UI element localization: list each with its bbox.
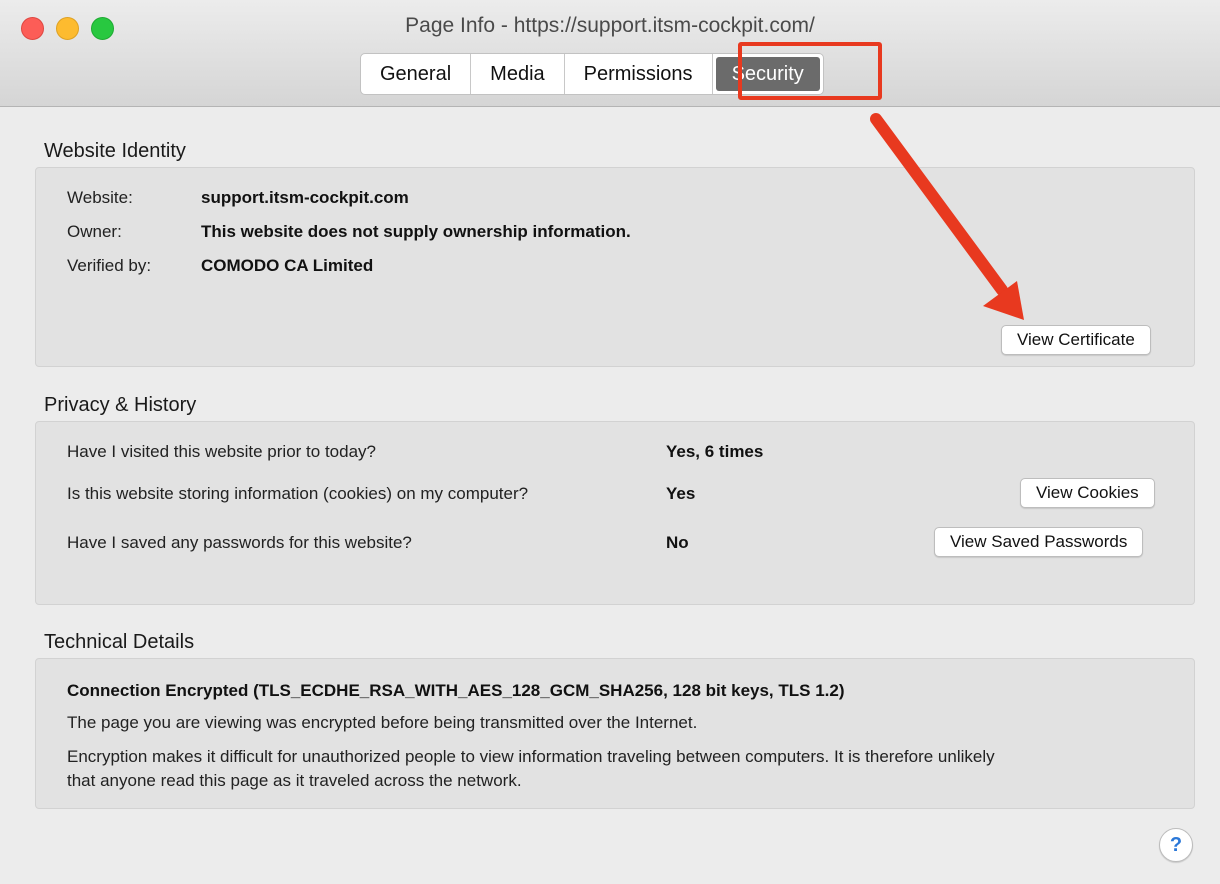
verified-by-label: Verified by: xyxy=(67,256,152,275)
technical-details-panel: Connection Encrypted (TLS_ECDHE_RSA_WITH… xyxy=(35,658,1195,809)
visited-answer: Yes, 6 times xyxy=(666,442,764,461)
tab-media[interactable]: Media xyxy=(471,54,565,94)
encryption-note: The page you are viewing was encrypted b… xyxy=(67,713,698,732)
website-label: Website: xyxy=(67,188,133,207)
privacy-history-heading: Privacy & History xyxy=(44,394,197,416)
passwords-question: Have I saved any passwords for this webs… xyxy=(67,533,412,552)
title-bar: Page Info - https://support.itsm-cockpit… xyxy=(0,0,1220,107)
tab-general[interactable]: General xyxy=(361,54,472,94)
cookies-question: Is this website storing information (coo… xyxy=(67,484,529,503)
website-value: support.itsm-cockpit.com xyxy=(201,188,409,207)
encryption-explanation-line2: that anyone read this page as it travele… xyxy=(67,771,522,790)
window-title: Page Info - https://support.itsm-cockpit… xyxy=(405,14,815,37)
cookies-answer: Yes xyxy=(666,484,696,503)
visited-question: Have I visited this website prior to tod… xyxy=(67,442,376,461)
security-tab-highlight xyxy=(738,42,882,100)
connection-status: Connection Encrypted (TLS_ECDHE_RSA_WITH… xyxy=(67,681,845,700)
tab-permissions[interactable]: Permissions xyxy=(565,54,713,94)
verified-by-value: COMODO CA Limited xyxy=(201,256,374,275)
help-button[interactable]: ? xyxy=(1159,828,1193,862)
passwords-answer: No xyxy=(666,533,689,552)
view-saved-passwords-button[interactable]: View Saved Passwords xyxy=(934,527,1144,557)
privacy-history-panel: Have I visited this website prior to tod… xyxy=(35,421,1195,605)
website-identity-panel: Website: support.itsm-cockpit.com Owner:… xyxy=(35,167,1195,367)
technical-details-heading: Technical Details xyxy=(44,631,195,653)
website-identity-heading: Website Identity xyxy=(44,140,186,162)
encryption-explanation-line1: Encryption makes it difficult for unauth… xyxy=(67,747,995,766)
view-cookies-button[interactable]: View Cookies xyxy=(1020,478,1155,508)
owner-value: This website does not supply ownership i… xyxy=(201,222,631,241)
view-certificate-button[interactable]: View Certificate xyxy=(1001,325,1151,355)
owner-label: Owner: xyxy=(67,222,122,241)
